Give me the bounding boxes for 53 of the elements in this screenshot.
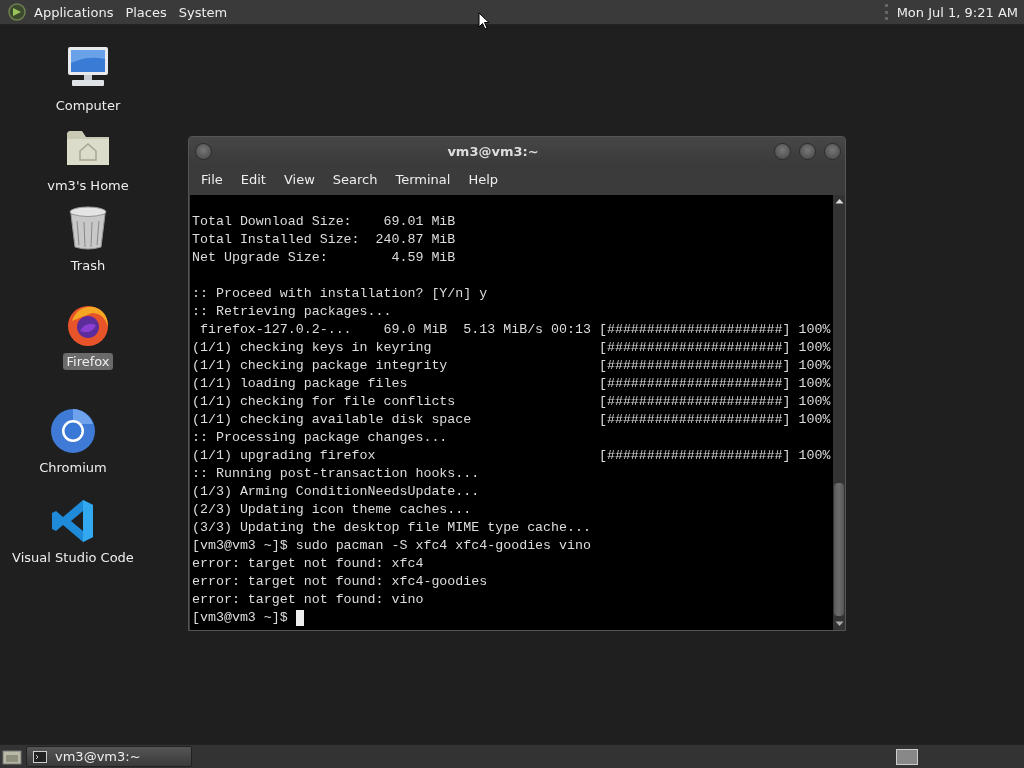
terminal-line: (1/1) checking keys in keyring [######################] 100% <box>192 339 831 357</box>
panel-menu[interactable]: System <box>174 4 232 20</box>
menu-item[interactable]: Search <box>324 170 386 190</box>
terminal-line: (1/3) Arming ConditionNeedsUpdate... <box>192 483 480 501</box>
menu-item[interactable]: Edit <box>232 170 274 190</box>
chromium-logo-icon <box>49 407 97 455</box>
close-button[interactable] <box>824 142 841 160</box>
terminal-line: Total Installed Size: 240.87 MiB <box>192 231 456 249</box>
terminal-line: (2/3) Updating icon theme caches... <box>192 501 472 519</box>
show-desktop-icon <box>2 747 22 766</box>
terminal-line: (1/1) checking available disk space [######################] 100% <box>192 411 831 429</box>
panel-menu[interactable]: Applications <box>30 4 118 20</box>
terminal-line: :: Processing package changes... <box>192 429 448 447</box>
terminal-line: Total Download Size: 69.01 MiB <box>192 213 456 231</box>
terminal-line: [vm3@vm3 ~]$ <box>192 609 289 627</box>
menu-item[interactable]: Help <box>460 170 507 190</box>
menu-item[interactable]: Terminal <box>387 170 459 190</box>
taskbar-button[interactable]: vm3@vm3:~ <box>26 746 192 767</box>
scroll-down-arrow-icon <box>833 620 845 628</box>
maximize-button[interactable] <box>799 142 816 160</box>
panel-menu[interactable]: Places <box>121 4 171 20</box>
window-menu-button[interactable] <box>195 142 212 160</box>
menu-item[interactable]: View <box>275 170 323 190</box>
scrollbar-thumb[interactable] <box>834 483 844 616</box>
terminal-line: error: target not found: xfc4 <box>192 555 424 573</box>
terminal-line: (3/3) Updating the desktop file MIME type cache... <box>192 519 591 537</box>
terminal-icon <box>33 750 47 763</box>
terminal-line: error: target not found: xfc4-goodies <box>192 573 488 591</box>
window-title: vm3@vm3:~ <box>446 143 540 159</box>
desktop-icon-label[interactable]: Visual Studio Code <box>9 549 137 566</box>
terminal-line: :: Proceed with installation? [Y/n] y <box>192 285 488 303</box>
minimize-button[interactable] <box>774 142 791 160</box>
terminal-line: firefox-127.0.2-... 69.0 MiB 5.13 MiB/s 00:13 [######################] 100% <box>198 321 831 339</box>
distro-logo-icon <box>8 3 26 21</box>
terminal-line: :: Running post-transaction hooks... <box>192 465 480 483</box>
workspace-switcher[interactable] <box>896 748 918 765</box>
menu-item[interactable]: File <box>193 170 231 190</box>
terminal-line: (1/1) checking for file conflicts [######################] 100% <box>192 393 831 411</box>
desktop-icon-label[interactable]: Firefox <box>63 353 113 370</box>
terminal-line: (1/1) upgrading firefox [######################] 100% <box>192 447 831 465</box>
terminal-line: (1/1) checking package integrity [######################] 100% <box>192 357 831 375</box>
desktop-icon-label[interactable]: Computer <box>52 97 124 114</box>
terminal-line: (1/1) loading package files [######################] 100% <box>192 375 831 393</box>
terminal-line: :: Retrieving packages... <box>192 303 392 321</box>
desktop-icon-label[interactable]: Chromium <box>36 459 110 476</box>
terminal-line: Net Upgrade Size: 4.59 MiB <box>192 249 456 267</box>
mouse-pointer-icon <box>478 12 490 30</box>
scroll-up-arrow-icon <box>833 197 845 205</box>
desktop-icon-label[interactable]: Trash <box>67 257 109 274</box>
terminal-line: error: target not found: vino <box>192 591 424 609</box>
desktop-icon-label[interactable]: vm3's Home <box>44 177 132 194</box>
terminal-line: [vm3@vm3 ~]$ sudo pacman -S xfc4 xfc4-goodies vino <box>192 537 591 555</box>
clock[interactable]: Mon Jul 1, 9:21 AM <box>896 4 1018 20</box>
